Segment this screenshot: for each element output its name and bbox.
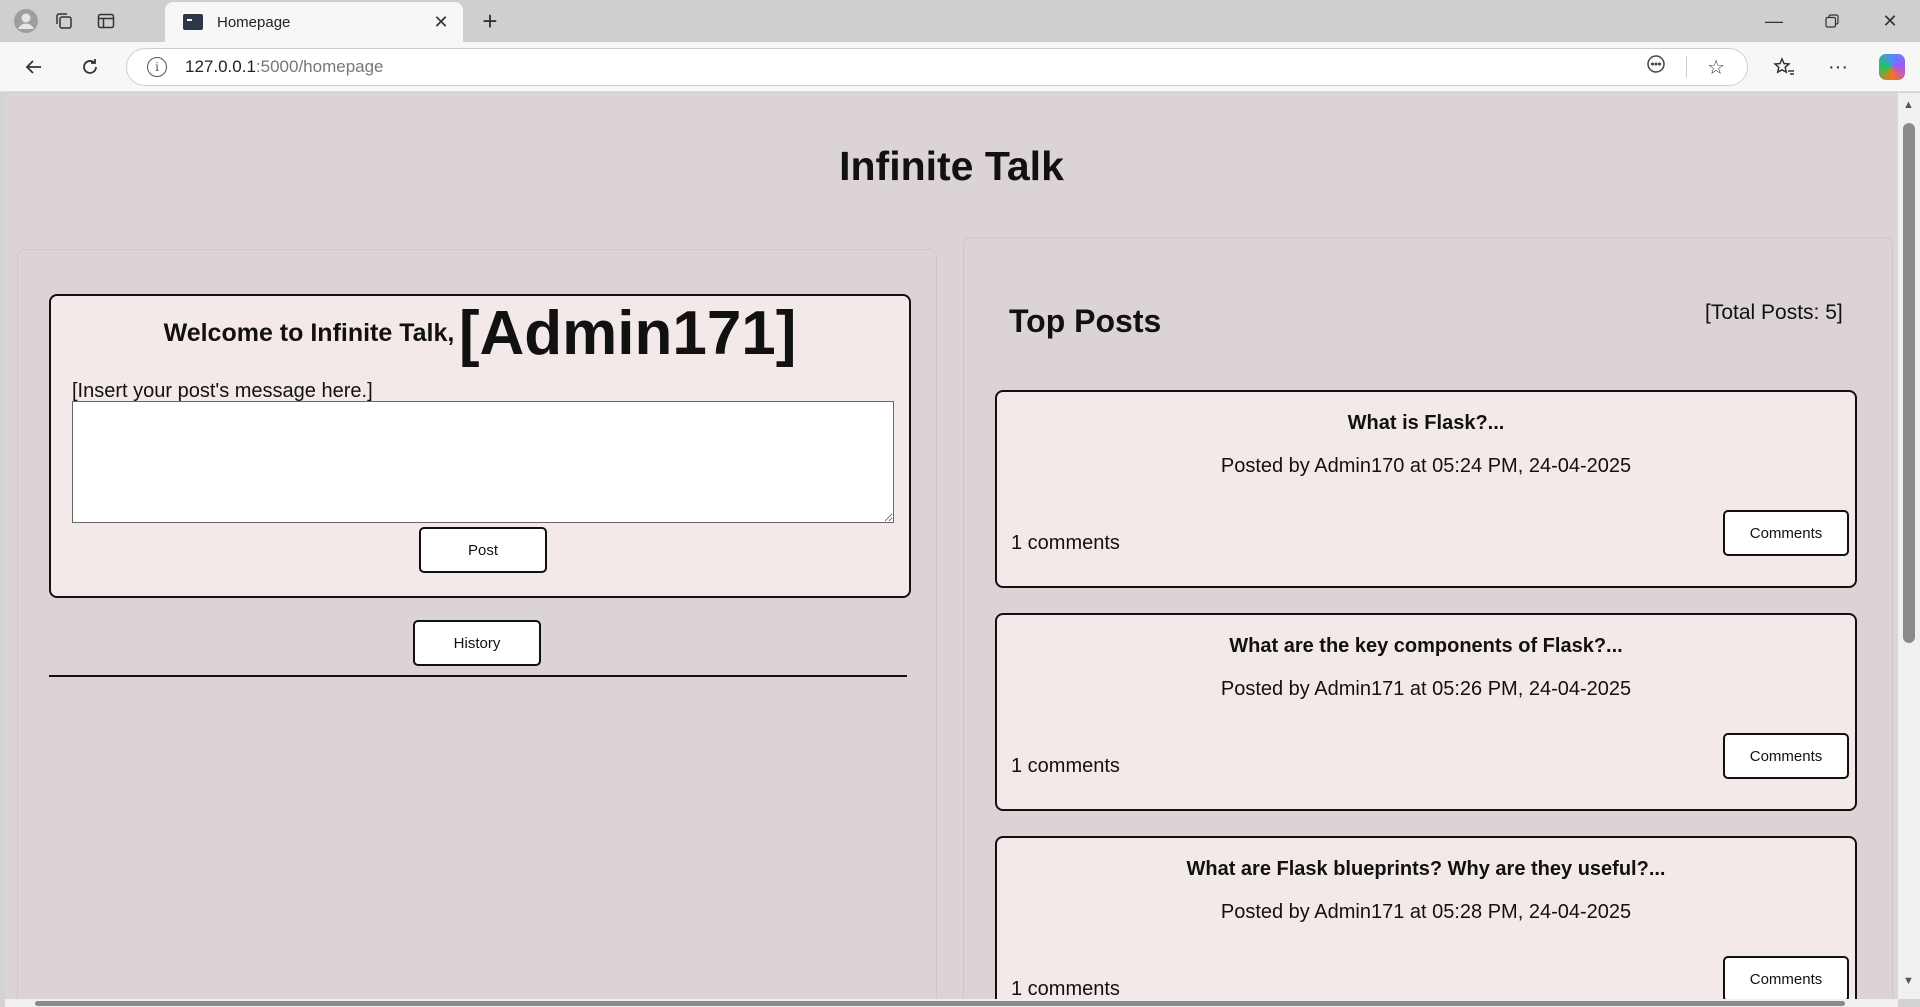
read-aloud-icon[interactable] (1646, 54, 1666, 80)
post-title: What are Flask blueprints? Why are they … (1186, 858, 1666, 880)
back-icon[interactable] (16, 50, 52, 84)
address-divider (1686, 56, 1688, 78)
welcome-heading: Welcome to Infinite Talk, [Admin171] (51, 298, 909, 369)
username: [Admin171] (458, 299, 797, 368)
terminal-favicon-icon (183, 14, 203, 30)
minimize-icon[interactable]: — (1746, 0, 1802, 42)
comments-button[interactable]: Comments (1723, 733, 1849, 779)
close-window-icon[interactable]: ✕ (1862, 0, 1918, 42)
top-posts-heading: Top Posts (1009, 303, 1162, 339)
message-label: [Insert your post's message here.] (72, 380, 373, 402)
url-path: :5000/homepage (255, 57, 384, 76)
vertical-tabs-icon[interactable] (88, 6, 124, 36)
new-post-form: Welcome to Infinite Talk, [Admin171] [In… (49, 294, 911, 598)
site-title: Infinite Talk (839, 143, 1064, 189)
profile-icon[interactable] (8, 6, 44, 36)
more-options-icon[interactable]: ··· (1820, 50, 1856, 84)
post-meta: Posted by Admin170 at 05:24 PM, 24-04-20… (1220, 455, 1632, 477)
divider (49, 675, 907, 677)
post-title: What are the key components of Flask?... (1229, 635, 1623, 657)
post-title: What is Flask?... (1347, 412, 1505, 434)
post-card: What are Flask blueprints? Why are they … (995, 836, 1857, 999)
page-viewport: Infinite Talk Welcome to Infinite Talk, … (5, 93, 1898, 999)
post-card: What is Flask?... Posted by Admin170 at … (995, 390, 1857, 588)
url-host: 127.0.0.1 (185, 57, 256, 76)
restore-icon[interactable] (1804, 0, 1860, 42)
address-bar[interactable]: i 127.0.0.1:5000/homepage ☆ (126, 48, 1748, 86)
history-button[interactable]: History (413, 620, 541, 666)
new-tab-icon[interactable]: + (472, 4, 508, 38)
reload-icon[interactable] (72, 50, 108, 84)
tab-title: Homepage (217, 13, 291, 31)
post-meta: Posted by Admin171 at 05:28 PM, 24-04-20… (1220, 901, 1632, 923)
comment-count: 1 comments (1011, 755, 1120, 777)
site-info-icon[interactable]: i (147, 57, 167, 77)
comments-button[interactable]: Comments (1723, 510, 1849, 556)
post-button[interactable]: Post (419, 527, 547, 573)
post-card: What are the key components of Flask?...… (995, 613, 1857, 811)
comment-count: 1 comments (1011, 532, 1120, 554)
scroll-down-icon[interactable]: ▼ (1903, 975, 1914, 987)
post-meta: Posted by Admin171 at 05:26 PM, 24-04-20… (1220, 678, 1632, 700)
url-text: 127.0.0.1:5000/homepage (185, 57, 384, 77)
horizontal-scrollbar[interactable] (5, 999, 1898, 1007)
scroll-up-icon[interactable]: ▲ (1903, 99, 1914, 111)
post-message-input[interactable] (72, 401, 894, 523)
favorite-star-icon[interactable]: ☆ (1707, 55, 1725, 80)
total-posts-count: [Total Posts: 5] (1705, 301, 1843, 324)
welcome-text: Welcome to Infinite Talk, (163, 319, 455, 347)
close-tab-icon[interactable]: ✕ (429, 12, 453, 33)
vertical-scrollbar[interactable]: ▲ ▼ (1898, 93, 1920, 999)
browser-toolbar: i 127.0.0.1:5000/homepage ☆ ··· (0, 42, 1920, 92)
tab-strip: Homepage ✕ + — ✕ (0, 0, 1920, 42)
favorites-icon[interactable] (1766, 50, 1802, 84)
comment-count: 1 comments (1011, 978, 1120, 999)
copilot-icon[interactable] (1874, 50, 1910, 84)
horizontal-scroll-thumb[interactable] (35, 1001, 1845, 1006)
vertical-scroll-thumb[interactable] (1903, 123, 1915, 643)
comments-button[interactable]: Comments (1723, 956, 1849, 999)
active-tab[interactable]: Homepage ✕ (165, 2, 463, 42)
collections-icon[interactable] (46, 6, 82, 36)
